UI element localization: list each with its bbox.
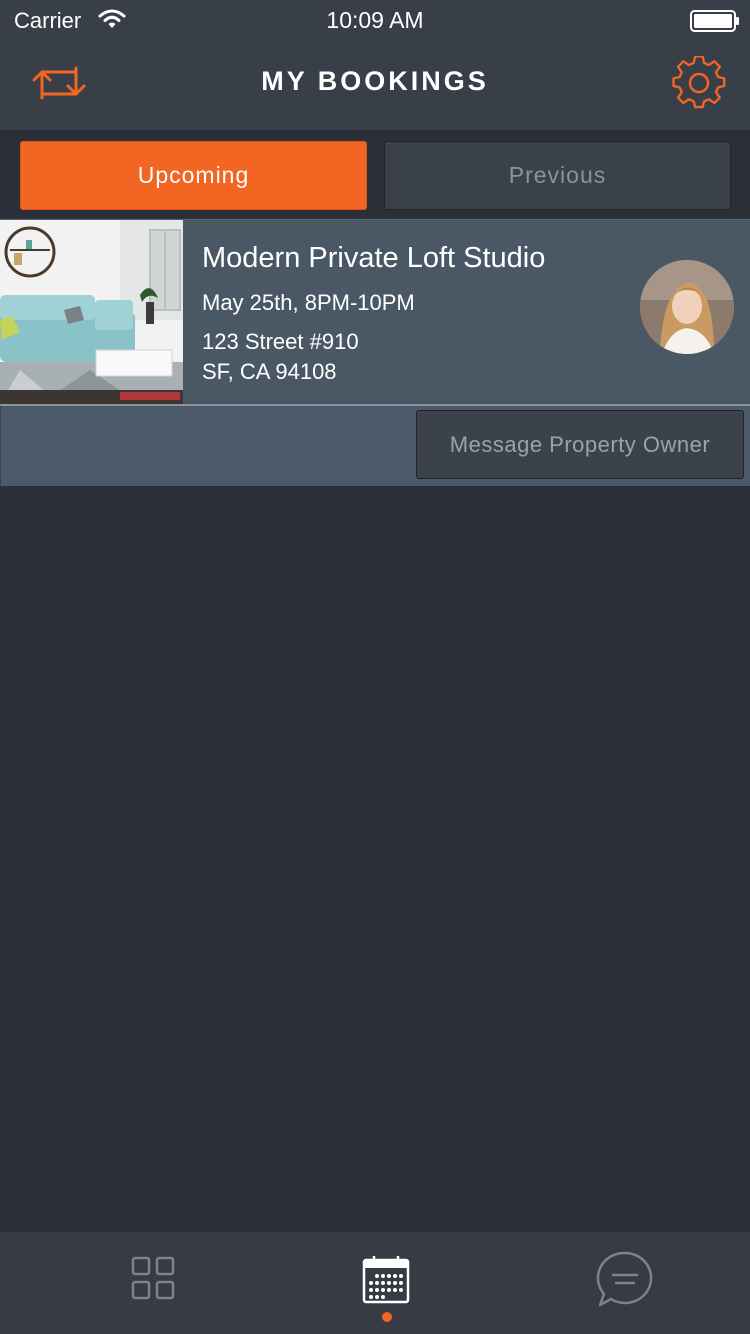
tab-previous[interactable]: Previous	[384, 141, 731, 210]
nav-bar: MY BOOKINGS	[0, 40, 750, 130]
booking-tabs: Upcoming Previous	[0, 130, 750, 220]
booking-address-line1: 123 Street #910	[202, 329, 359, 354]
booking-card[interactable]: Modern Private Loft Studio May 25th, 8PM…	[0, 219, 750, 486]
property-photo	[0, 220, 183, 404]
calendar-icon	[362, 1256, 410, 1304]
battery-icon	[690, 10, 739, 32]
tab-messages[interactable]	[500, 1232, 750, 1334]
card-actions: Message Property Owner	[0, 406, 750, 486]
booking-title: Modern Private Loft Studio	[202, 242, 546, 274]
message-owner-button[interactable]: Message Property Owner	[416, 410, 744, 479]
grid-icon	[131, 1256, 175, 1300]
tab-upcoming[interactable]: Upcoming	[20, 141, 367, 210]
booking-address-line2: SF, CA 94108	[202, 359, 337, 384]
tab-bar	[0, 1232, 750, 1334]
tab-dashboard[interactable]	[28, 1232, 278, 1334]
active-tab-indicator	[382, 1312, 392, 1322]
chat-icon	[596, 1251, 653, 1307]
booking-date: May 25th, 8PM-10PM	[202, 290, 415, 315]
status-bar: Carrier 10:09 AM	[0, 0, 750, 40]
status-time: 10:09 AM	[326, 7, 424, 33]
header: Carrier 10:09 AM MY BOOKINGS	[0, 0, 750, 130]
owner-avatar[interactable]	[640, 260, 734, 354]
gear-icon[interactable]	[672, 56, 726, 110]
page-title: MY BOOKINGS	[261, 66, 489, 96]
